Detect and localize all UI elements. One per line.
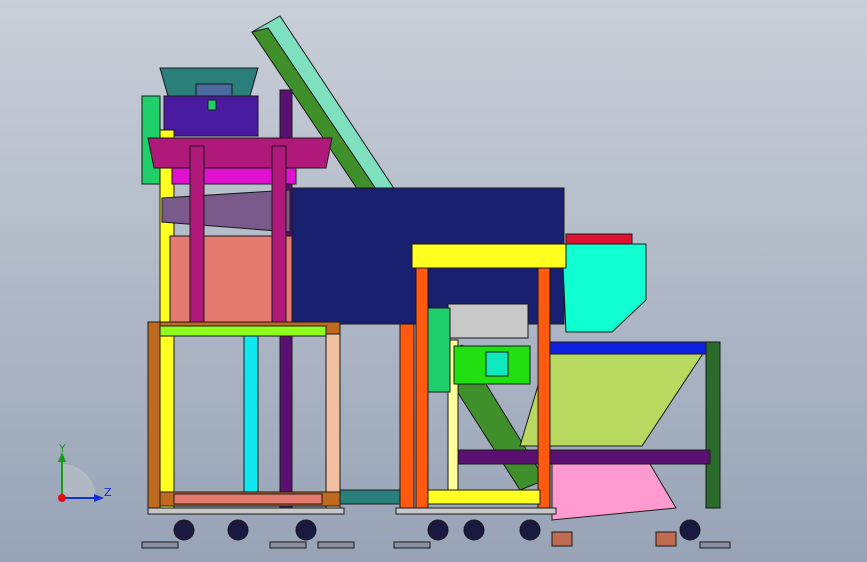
cad-viewport[interactable]: Y Z — [0, 0, 867, 562]
triad-y-label: Y — [58, 442, 66, 455]
chute-cap — [565, 233, 633, 245]
bin-post-right — [705, 341, 721, 509]
top-hopper — [159, 67, 259, 137]
machine-assembly-drawing: Y Z — [0, 0, 867, 562]
hanger-post-right — [271, 145, 287, 323]
hanger-post-left — [189, 145, 205, 323]
triad-x-axis — [58, 494, 66, 502]
triad-z-label: Z — [104, 486, 112, 499]
bin-base-rail — [455, 449, 711, 465]
drive-assembly — [427, 303, 531, 393]
bin-top-rail — [547, 341, 719, 355]
